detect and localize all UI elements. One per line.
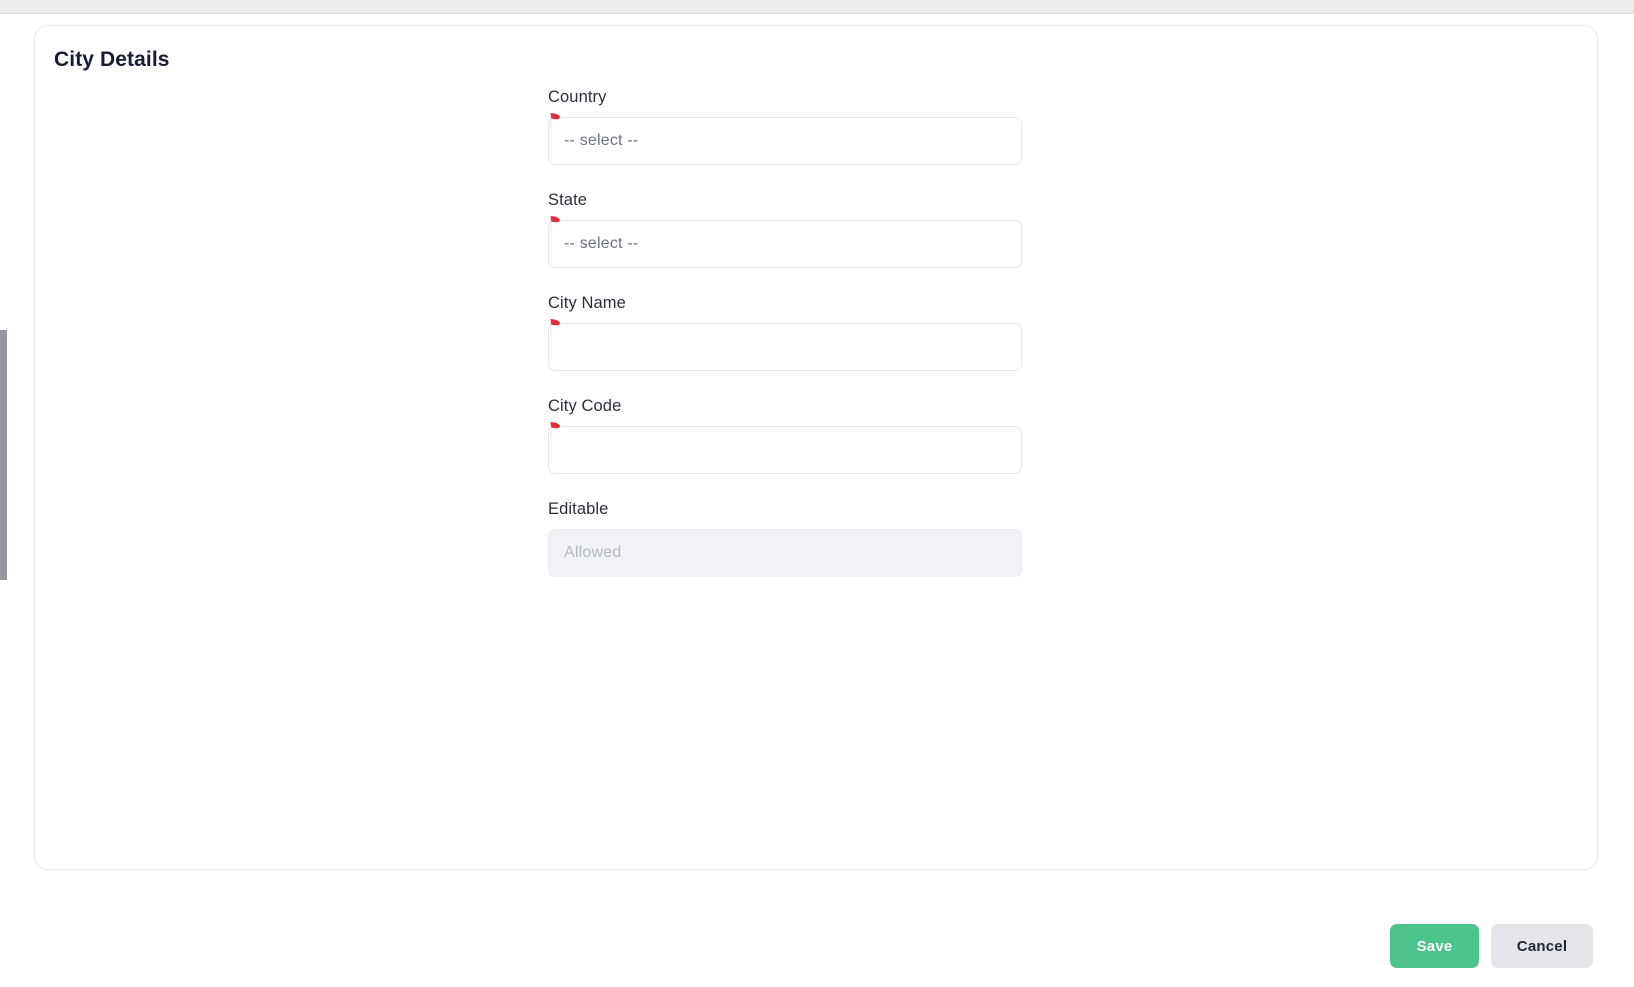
city-details-form: Country -- select -- State -- select -- xyxy=(548,88,1022,577)
city-name-input[interactable] xyxy=(548,323,1022,371)
control-wrap-city-code xyxy=(548,422,1022,474)
label-editable: Editable xyxy=(548,500,609,518)
country-select[interactable]: -- select -- xyxy=(548,117,1022,165)
field-city-name: City Name xyxy=(548,294,1022,371)
save-button[interactable]: Save xyxy=(1390,924,1479,968)
label-country: Country xyxy=(548,88,607,106)
field-city-code: City Code xyxy=(548,397,1022,474)
editable-input-value: Allowed xyxy=(564,544,622,561)
label-city-name: City Name xyxy=(548,294,626,312)
field-editable: Editable Allowed xyxy=(548,500,1022,577)
city-details-card: City Details Country -- select -- State … xyxy=(34,25,1598,870)
control-wrap-country: -- select -- xyxy=(548,113,1022,165)
form-footer-actions: Save Cancel xyxy=(0,924,1634,987)
state-select-value: -- select -- xyxy=(564,235,639,252)
top-band-divider xyxy=(0,13,1634,14)
field-state: State -- select -- xyxy=(548,191,1022,268)
country-select-value: -- select -- xyxy=(564,132,639,149)
control-wrap-city-name xyxy=(548,319,1022,371)
top-band xyxy=(0,0,1634,14)
city-code-input[interactable] xyxy=(548,426,1022,474)
sidebar-edge-strip xyxy=(0,330,7,580)
page-title: City Details xyxy=(54,48,170,71)
cancel-button[interactable]: Cancel xyxy=(1491,924,1593,968)
field-country: Country -- select -- xyxy=(548,88,1022,165)
editable-input: Allowed xyxy=(548,529,1022,577)
control-wrap-state: -- select -- xyxy=(548,216,1022,268)
label-state: State xyxy=(548,191,588,209)
label-city-code: City Code xyxy=(548,397,622,415)
state-select[interactable]: -- select -- xyxy=(548,220,1022,268)
control-wrap-editable: Allowed xyxy=(548,529,1022,577)
